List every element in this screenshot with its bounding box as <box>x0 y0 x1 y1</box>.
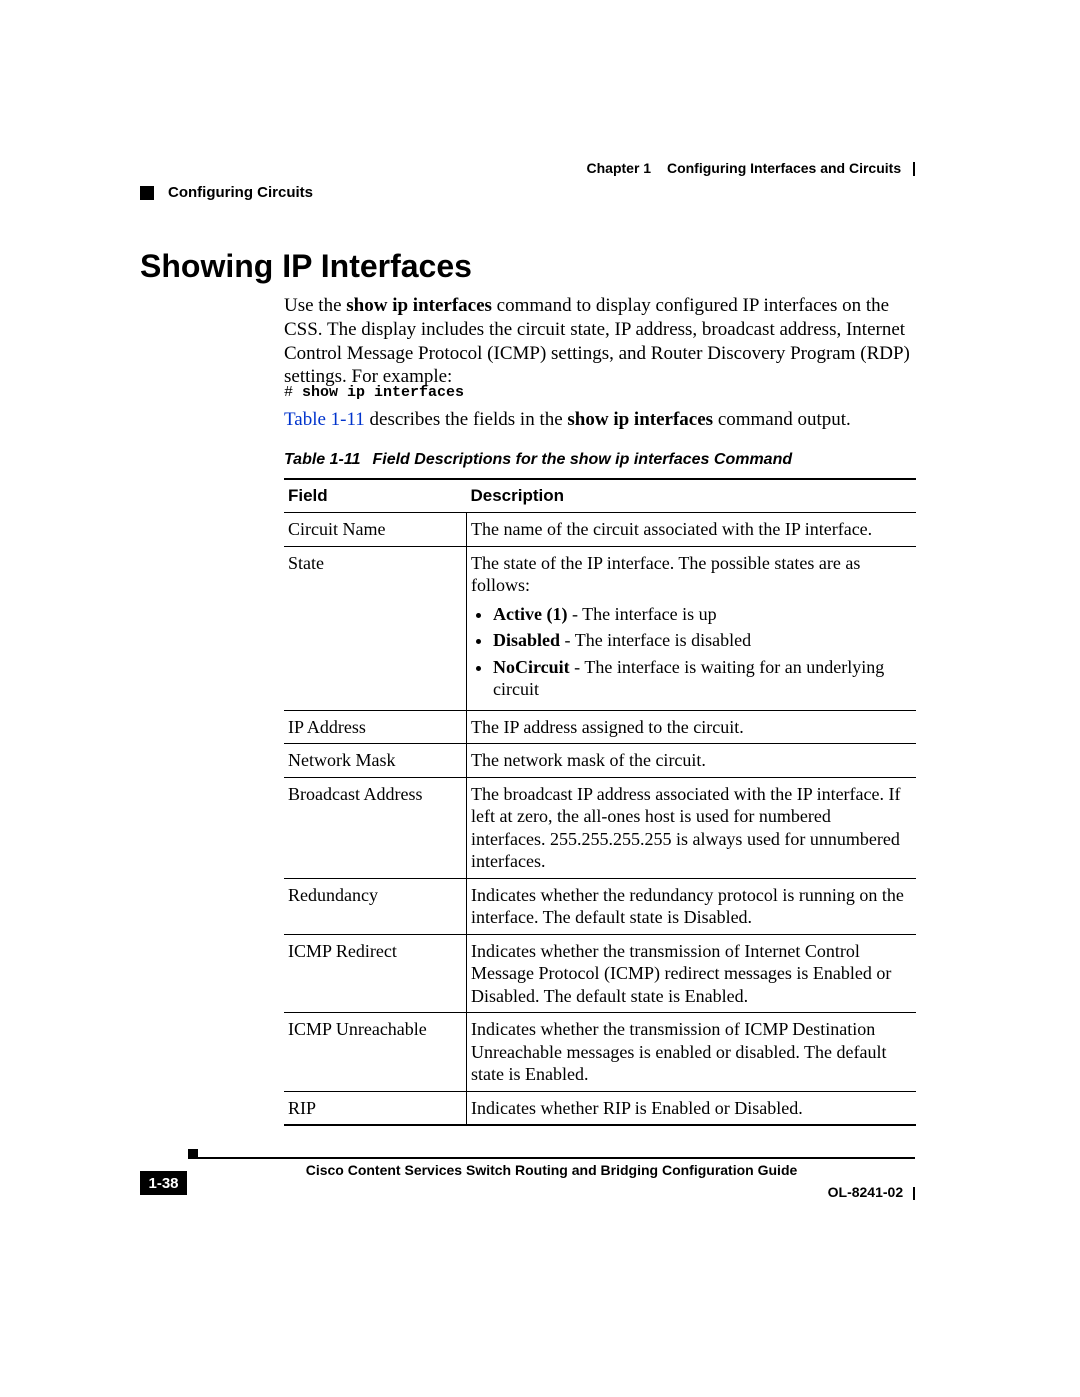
state-text: - The interface is disabled <box>560 630 751 650</box>
list-item: Active (1) - The interface is up <box>493 603 908 626</box>
table-row: Redundancy Indicates whether the redunda… <box>284 878 916 934</box>
field-desc: The network mask of the circuit. <box>467 744 917 778</box>
table-number: Table 1-11 <box>284 451 360 468</box>
ref-text: describes the fields in the <box>365 409 568 430</box>
breadcrumb-text: Configuring Circuits <box>168 184 313 201</box>
chapter-label: Chapter 1 <box>587 160 652 176</box>
table-caption: Table 1-11 Field Descriptions for the sho… <box>284 450 915 470</box>
field-name: Circuit Name <box>284 513 467 547</box>
state-name: NoCircuit <box>493 657 570 677</box>
running-header: Chapter 1 Configuring Interfaces and Cir… <box>587 160 916 176</box>
field-desc: The name of the circuit associated with … <box>467 513 917 547</box>
doc-id-text: OL-8241-02 <box>828 1184 903 1200</box>
footer-rule <box>188 1157 915 1159</box>
list-item: NoCircuit - The interface is waiting for… <box>493 656 908 701</box>
col-description: Description <box>467 479 917 513</box>
field-name: State <box>284 546 467 710</box>
intro-command: show ip interfaces <box>346 295 492 316</box>
cmd-prompt: # <box>284 384 302 401</box>
table-link[interactable]: Table 1-11 <box>284 409 365 430</box>
page: Chapter 1 Configuring Interfaces and Cir… <box>0 0 1080 1397</box>
doc-id-rule <box>913 1187 915 1200</box>
field-name: IP Address <box>284 710 467 744</box>
cmd-text: show ip interfaces <box>302 384 464 401</box>
table-row: ICMP Unreachable Indicates whether the t… <box>284 1013 916 1092</box>
table-header-row: Field Description <box>284 479 916 513</box>
fields-table: Field Description Circuit Name The name … <box>284 478 916 1126</box>
table-row: RIP Indicates whether RIP is Enabled or … <box>284 1091 916 1125</box>
list-item: Disabled - The interface is disabled <box>493 629 908 652</box>
field-name: Broadcast Address <box>284 777 467 878</box>
intro-paragraph: Use the show ip interfaces command to di… <box>284 294 915 389</box>
state-text: - The interface is up <box>567 604 716 624</box>
table-row: ICMP Redirect Indicates whether the tran… <box>284 934 916 1013</box>
table-title: Field Descriptions for the show ip inter… <box>372 451 792 468</box>
table-row: Circuit Name The name of the circuit ass… <box>284 513 916 547</box>
page-number: 1-38 <box>140 1171 187 1195</box>
field-desc: Indicates whether the redundancy protoco… <box>467 878 917 934</box>
ref-text-2: command output. <box>713 409 851 430</box>
field-desc: Indicates whether the transmission of In… <box>467 934 917 1013</box>
ref-command: show ip interfaces <box>567 409 713 430</box>
field-desc: The broadcast IP address associated with… <box>467 777 917 878</box>
field-desc: Indicates whether RIP is Enabled or Disa… <box>467 1091 917 1125</box>
state-desc: The state of the IP interface. The possi… <box>471 553 860 596</box>
field-desc: The IP address assigned to the circuit. <box>467 710 917 744</box>
table-reference: Table 1-11 describes the fields in the s… <box>284 408 915 432</box>
field-desc: Indicates whether the transmission of IC… <box>467 1013 917 1092</box>
state-name: Active (1) <box>493 604 567 624</box>
state-name: Disabled <box>493 630 560 650</box>
table-row: State The state of the IP interface. The… <box>284 546 916 710</box>
field-name: ICMP Unreachable <box>284 1013 467 1092</box>
section-heading: Showing IP Interfaces <box>140 248 472 285</box>
book-title: Cisco Content Services Switch Routing an… <box>188 1162 915 1178</box>
field-name: ICMP Redirect <box>284 934 467 1013</box>
field-desc: The state of the IP interface. The possi… <box>467 546 917 710</box>
header-rule <box>913 162 915 176</box>
command-example: # show ip interfaces <box>284 384 915 403</box>
table-row: Broadcast Address The broadcast IP addre… <box>284 777 916 878</box>
intro-text: Use the <box>284 295 346 316</box>
col-field: Field <box>284 479 467 513</box>
table-row: IP Address The IP address assigned to th… <box>284 710 916 744</box>
field-name: Redundancy <box>284 878 467 934</box>
state-list: Active (1) - The interface is up Disable… <box>471 603 908 701</box>
table-row: Network Mask The network mask of the cir… <box>284 744 916 778</box>
chapter-title: Configuring Interfaces and Circuits <box>667 160 901 176</box>
field-name: Network Mask <box>284 744 467 778</box>
document-id: OL-8241-02 <box>828 1184 915 1200</box>
square-bullet-icon <box>140 186 154 200</box>
field-name: RIP <box>284 1091 467 1125</box>
breadcrumb: Configuring Circuits <box>140 184 915 201</box>
